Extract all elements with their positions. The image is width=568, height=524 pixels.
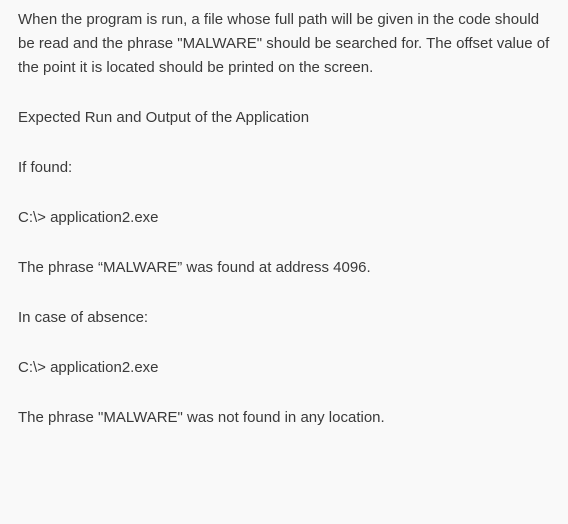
absence-command-line: C:\> application2.exe (18, 356, 550, 380)
if-found-label: If found: (18, 156, 550, 180)
found-output-line: The phrase “MALWARE” was found at addres… (18, 256, 550, 280)
expected-run-header: Expected Run and Output of the Applicati… (18, 106, 550, 130)
absence-output-line: The phrase "MALWARE" was not found in an… (18, 406, 550, 430)
intro-paragraph: When the program is run, a file whose fu… (18, 8, 550, 80)
document-body: When the program is run, a file whose fu… (0, 0, 568, 448)
found-command-line: C:\> application2.exe (18, 206, 550, 230)
absence-label: In case of absence: (18, 306, 550, 330)
